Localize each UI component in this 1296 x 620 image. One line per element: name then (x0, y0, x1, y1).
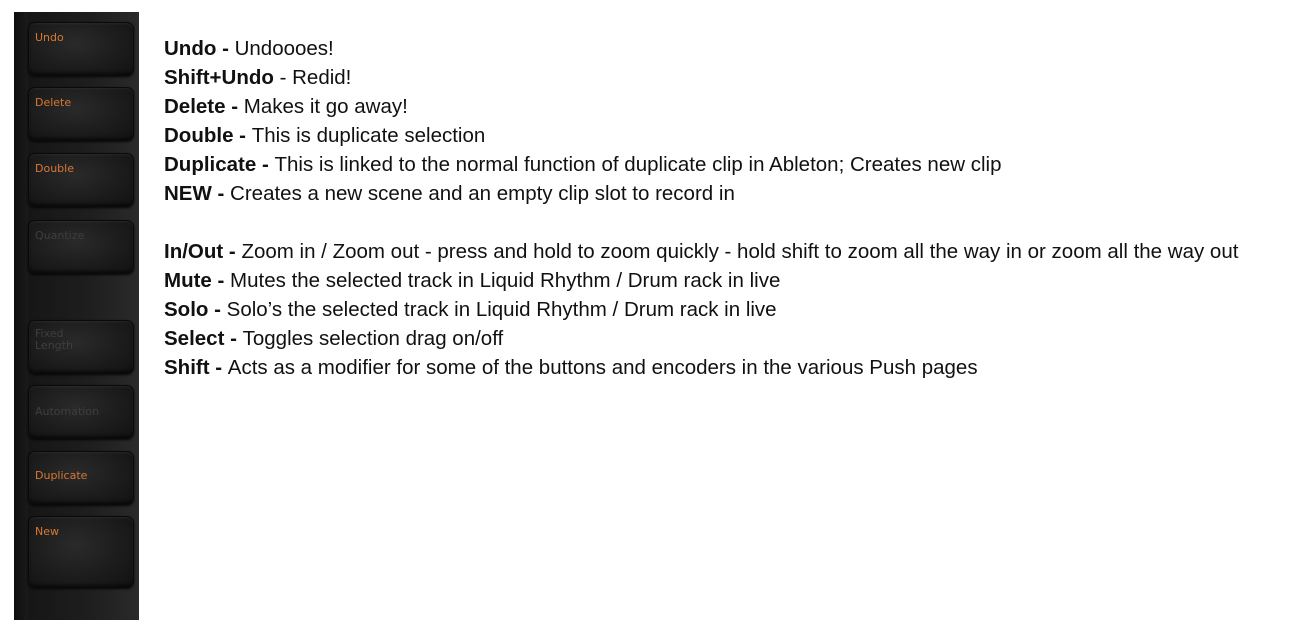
pad-label-undo: Undo (35, 31, 64, 44)
entry-desc: This is linked to the normal function of… (274, 153, 1002, 176)
entry-key: Select - (164, 327, 243, 350)
pad-label-quantize: Quantize (35, 229, 85, 242)
pad-label-new: New (35, 525, 59, 538)
entry-key: Double - (164, 124, 252, 147)
new-pad: New (28, 516, 134, 588)
entry-key: Shift+Undo (164, 66, 274, 89)
automation-pad: Automation (28, 385, 134, 439)
entry-select: Select - Toggles selection drag on/off (164, 324, 1284, 353)
pad-label-fixed-length: Fixed Length (35, 327, 73, 352)
entry-new: NEW - Creates a new scene and an empty c… (164, 179, 1284, 208)
button-descriptions: Undo - Undoooes! Shift+Undo - Redid! Del… (164, 34, 1284, 382)
undo-pad: Undo (28, 22, 134, 76)
entry-key: Shift - (164, 356, 228, 379)
entry-desc: Creates a new scene and an empty clip sl… (230, 182, 735, 205)
quantize-pad: Quantize (28, 220, 134, 274)
entry-key: Solo - (164, 298, 227, 321)
entry-mute: Mute - Mutes the selected track in Liqui… (164, 266, 1284, 295)
fixed-length-pad: Fixed Length (28, 320, 134, 374)
entry-key: Duplicate - (164, 153, 275, 176)
pad-label-duplicate: Duplicate (35, 469, 88, 482)
entry-solo: Solo - Solo’s the selected track in Liqu… (164, 295, 1284, 324)
entry-key: In/Out - (164, 240, 242, 263)
entry-key: Delete - (164, 95, 244, 118)
entry-double: Double - This is duplicate selection (164, 121, 1284, 150)
entry-delete: Delete - Makes it go away! (164, 92, 1284, 121)
entry-desc: Makes it go away! (243, 95, 408, 118)
entry-desc: Zoom in / Zoom out - press and hold to z… (241, 240, 1239, 263)
double-pad: Double (28, 153, 134, 207)
entry-desc: This is duplicate selection (251, 124, 486, 147)
entry-duplicate: Duplicate - This is linked to the normal… (164, 150, 1284, 179)
entry-desc: - Redid! (273, 66, 352, 89)
entry-undo: Undo - Undoooes! (164, 34, 1284, 63)
entry-desc: Toggles selection drag on/off (242, 327, 504, 350)
push-buttons-photo: Undo Delete Double Quantize Fixed Length… (14, 12, 139, 620)
duplicate-pad: Duplicate (28, 451, 134, 505)
entry-desc: Acts as a modifier for some of the butto… (227, 356, 978, 379)
pad-label-automation: Automation (35, 405, 100, 418)
entry-shift: Shift - Acts as a modifier for some of t… (164, 353, 1284, 382)
entry-key: NEW - (164, 182, 231, 205)
entry-key: Mute - (164, 269, 231, 292)
pad-label-delete: Delete (35, 96, 72, 109)
entry-in-out: In/Out - Zoom in / Zoom out - press and … (164, 237, 1284, 266)
pad-label-double: Double (35, 162, 74, 175)
entry-key: Undo - (164, 37, 235, 60)
entry-desc: Solo’s the selected track in Liquid Rhyt… (226, 298, 777, 321)
photo-edge (14, 12, 28, 620)
entry-desc: Mutes the selected track in Liquid Rhyth… (230, 269, 781, 292)
entry-desc: Undoooes! (234, 37, 334, 60)
delete-pad: Delete (28, 87, 134, 141)
entry-shift-undo: Shift+Undo - Redid! (164, 63, 1284, 92)
